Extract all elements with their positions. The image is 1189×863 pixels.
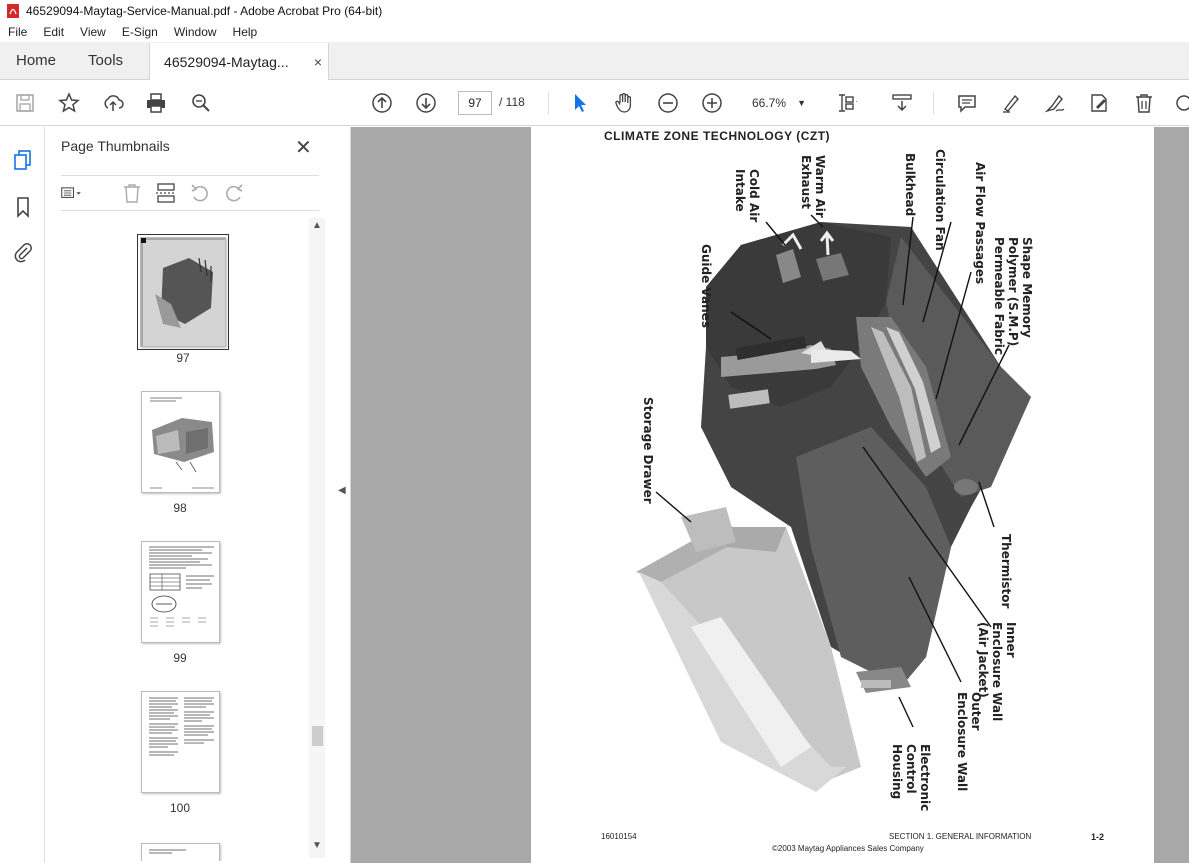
- czt-diagram: [636, 214, 1031, 792]
- delete-icon[interactable]: [1132, 91, 1156, 115]
- callout-electronic-control-housing: Electronic Control Housing: [890, 744, 932, 812]
- callout-outer-enclosure-wall: Outer Enclosure Wall: [955, 692, 983, 792]
- zoom-out-icon[interactable]: [656, 91, 680, 115]
- thumbnail-page-100[interactable]: [141, 691, 220, 793]
- footer-doc-number: 16010154: [601, 832, 637, 841]
- scroll-up-icon[interactable]: ▲: [312, 220, 322, 231]
- panel-title: Page Thumbnails: [61, 138, 170, 154]
- menu-help[interactable]: Help: [225, 25, 266, 39]
- footer-copyright: ©2003 Maytag Appliances Sales Company: [772, 844, 924, 853]
- callout-circulation-fan: Circulation Fan: [933, 149, 947, 251]
- hand-icon[interactable]: [612, 91, 636, 115]
- footer-section: SECTION 1. GENERAL INFORMATION: [889, 832, 1032, 841]
- thumbnail-label: 98: [173, 501, 187, 515]
- panel-collapse-handle[interactable]: ◀: [334, 127, 351, 863]
- callout-storage-drawer: Storage Drawer: [641, 397, 655, 504]
- tab-document[interactable]: 46529094-Maytag... ×: [149, 43, 330, 80]
- scroll-down-icon[interactable]: ▼: [312, 840, 322, 851]
- toolbar-divider: [933, 92, 934, 114]
- left-rail: [0, 127, 45, 863]
- document-view[interactable]: CLIMATE ZONE TECHNOLOGY (CZT) Cold Air I…: [351, 127, 1189, 863]
- pdf-page: CLIMATE ZONE TECHNOLOGY (CZT) Cold Air I…: [531, 127, 1154, 863]
- prev-page-icon[interactable]: [370, 91, 394, 115]
- thumbnail-label: 97: [176, 351, 190, 365]
- callout-thermistor: Thermistor: [999, 534, 1013, 609]
- tab-home[interactable]: Home: [0, 42, 72, 79]
- thumbnail-label: 100: [169, 801, 191, 815]
- insert-page-icon[interactable]: [155, 182, 177, 204]
- callout-cold-air-intake: Cold Air Intake: [733, 169, 761, 223]
- comment-icon[interactable]: [955, 91, 979, 115]
- rotate-cw-icon[interactable]: [223, 182, 245, 204]
- window-title-bar: 46529094-Maytag-Service-Manual.pdf - Ado…: [0, 0, 1189, 22]
- zoom-in-icon[interactable]: [700, 91, 724, 115]
- callout-warm-air-exhaust: Warm Air Exhaust: [799, 155, 827, 218]
- select-cursor-icon[interactable]: [568, 91, 592, 115]
- thumbnail-page-99[interactable]: [141, 541, 220, 643]
- delete-page-icon[interactable]: [121, 182, 143, 204]
- thumbnail-list: 97 98 99 100: [61, 213, 310, 861]
- window-title: 46529094-Maytag-Service-Manual.pdf - Ado…: [26, 4, 383, 18]
- callout-bulkhead: Bulkhead: [903, 153, 917, 217]
- star-icon[interactable]: [57, 91, 81, 115]
- edit-icon[interactable]: [1087, 91, 1111, 115]
- pdf-app-icon: [7, 4, 19, 18]
- thumbnail-toolbar: [61, 175, 319, 211]
- fit-page-icon[interactable]: [834, 91, 858, 115]
- scrollbar-thumb[interactable]: [312, 726, 323, 746]
- thumbnail-page-97[interactable]: [137, 234, 229, 350]
- callout-air-flow-passages: Air Flow Passages: [973, 162, 987, 285]
- main-toolbar: 97 / 118 66.7% ▼: [0, 80, 1189, 126]
- callout-shape-memory-polymer: Shape Memory Polymer (S.M.P) Permeable F…: [992, 237, 1034, 355]
- thumbnail-page-101[interactable]: [141, 843, 220, 861]
- menu-file[interactable]: File: [0, 25, 35, 39]
- page-thumbnails-icon[interactable]: [11, 148, 35, 172]
- zoom-level: 66.7%: [752, 96, 787, 110]
- print-icon[interactable]: [144, 91, 168, 115]
- page-total: / 118: [499, 95, 525, 109]
- page-number-input[interactable]: 97: [458, 91, 492, 115]
- attachment-icon[interactable]: [11, 240, 35, 264]
- menu-view[interactable]: View: [72, 25, 114, 39]
- menu-esign[interactable]: E-Sign: [114, 25, 166, 39]
- sign-icon[interactable]: [1043, 91, 1067, 115]
- chevron-down-icon: ▼: [797, 98, 806, 108]
- tab-document-label: 46529094-Maytag...: [164, 53, 289, 70]
- menu-bar: File Edit View E-Sign Window Help: [0, 22, 1189, 42]
- panel-close-icon[interactable]: ✕: [295, 135, 312, 160]
- bookmark-icon[interactable]: [11, 195, 35, 219]
- zoom-level-dropdown[interactable]: 66.7% ▼: [744, 91, 810, 115]
- thumbnail-scrollbar[interactable]: ▲ ▼: [309, 218, 325, 858]
- thumbnail-page-98[interactable]: [141, 391, 220, 493]
- upload-icon[interactable]: [101, 91, 125, 115]
- thumbnail-options-icon[interactable]: [61, 182, 83, 204]
- save-icon[interactable]: [13, 91, 37, 115]
- menu-window[interactable]: Window: [166, 25, 225, 39]
- zoom-search-icon[interactable]: [189, 91, 213, 115]
- toolbar-divider: [548, 92, 549, 114]
- page-thumbnails-panel: Page Thumbnails ✕ 97 98 99 100: [45, 127, 334, 863]
- tab-bar: Home Tools 46529094-Maytag... ×: [0, 42, 1189, 80]
- more-tools-icon[interactable]: [1172, 91, 1189, 115]
- collapse-arrow-icon: ◀: [338, 485, 346, 496]
- highlight-icon[interactable]: [999, 91, 1023, 115]
- next-page-icon[interactable]: [414, 91, 438, 115]
- menu-edit[interactable]: Edit: [35, 25, 72, 39]
- callout-guide-vanes: Guide Vanes: [699, 244, 713, 328]
- thumbnail-label: 99: [173, 651, 187, 665]
- scroll-mode-icon[interactable]: [890, 91, 914, 115]
- tab-close-icon[interactable]: ×: [314, 54, 322, 70]
- rotate-ccw-icon[interactable]: [189, 182, 211, 204]
- tab-tools[interactable]: Tools: [72, 42, 139, 79]
- footer-page-number: 1-2: [1091, 832, 1105, 842]
